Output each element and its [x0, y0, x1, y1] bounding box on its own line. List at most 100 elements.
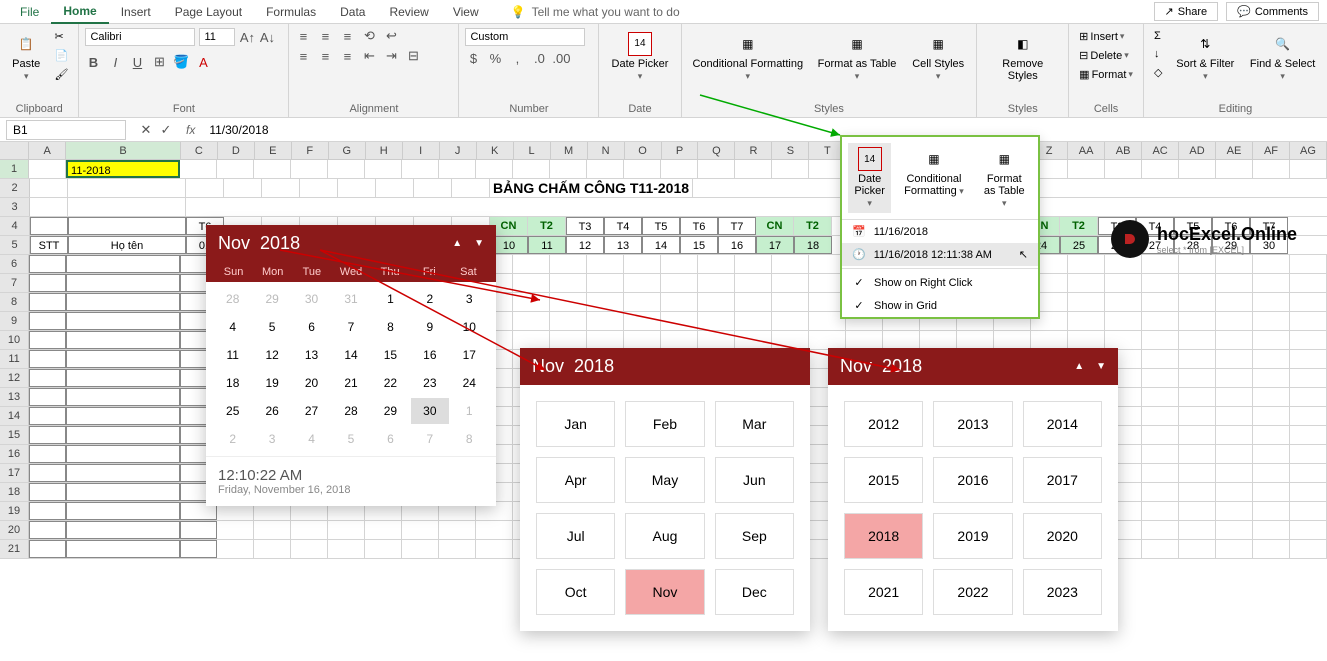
cancel-formula-icon[interactable]: ✕	[138, 122, 154, 138]
calendar-year[interactable]: 2018	[844, 513, 923, 559]
calendar-day[interactable]: 7	[332, 314, 369, 340]
calendar-day[interactable]: 28	[214, 286, 251, 312]
tab-pagelayout[interactable]: Page Layout	[163, 1, 254, 23]
select-all-corner[interactable]	[0, 142, 29, 159]
conditional-formatting-button[interactable]: ▦Conditional Formatting	[688, 28, 809, 86]
bold-button[interactable]: B	[85, 54, 101, 70]
calendar-day[interactable]: 21	[332, 370, 369, 396]
calendar-month[interactable]: Jul	[536, 513, 615, 559]
dd-show-grid[interactable]: ✓Show in Grid	[842, 294, 1038, 317]
cell[interactable]	[29, 160, 66, 178]
col-header[interactable]: O	[625, 142, 662, 159]
calendar-month[interactable]: May	[625, 457, 704, 503]
col-header[interactable]: I	[403, 142, 440, 159]
calendar-year[interactable]: 2014	[1023, 401, 1102, 447]
find-select-button[interactable]: 🔍Find & Select	[1244, 28, 1321, 86]
col-header[interactable]: AA	[1068, 142, 1105, 159]
insert-cells-button[interactable]: ⊞Insert	[1075, 28, 1137, 45]
row-header[interactable]: 15	[0, 426, 29, 444]
align-right-icon[interactable]: ≡	[339, 48, 355, 64]
cell-styles-button[interactable]: ▦Cell Styles	[906, 28, 970, 86]
col-header[interactable]: L	[514, 142, 551, 159]
calendar-day[interactable]: 25	[214, 398, 251, 424]
row-header[interactable]: 7	[0, 274, 29, 292]
dd-fmt-table-button[interactable]: ▦Format as Table	[977, 143, 1032, 213]
orientation-icon[interactable]: ⟲	[361, 28, 377, 44]
calendar-day[interactable]: 15	[372, 342, 409, 368]
tab-formulas[interactable]: Formulas	[254, 1, 328, 23]
col-header[interactable]: AE	[1216, 142, 1253, 159]
row-header[interactable]: 1	[0, 160, 29, 178]
col-header[interactable]: AB	[1105, 142, 1142, 159]
col-header[interactable]: D	[218, 142, 255, 159]
font-name-select[interactable]	[85, 28, 195, 46]
row-header[interactable]: 10	[0, 331, 29, 349]
calendar-day[interactable]: 11	[214, 342, 251, 368]
increase-indent-icon[interactable]: ⇥	[383, 48, 399, 64]
prev-month-icon[interactable]: ▲	[452, 238, 462, 249]
dd-date-picker-button[interactable]: 14Date Picker	[848, 143, 891, 213]
col-header[interactable]: R	[735, 142, 772, 159]
calendar-day[interactable]: 23	[411, 370, 448, 396]
align-bottom-icon[interactable]: ≡	[339, 28, 355, 44]
col-header[interactable]: P	[662, 142, 699, 159]
underline-button[interactable]: U	[129, 54, 145, 70]
col-header[interactable]: AD	[1179, 142, 1216, 159]
decrease-indent-icon[interactable]: ⇤	[361, 48, 377, 64]
calendar-day[interactable]: 26	[253, 398, 290, 424]
remove-styles-button[interactable]: ◧Remove Styles	[983, 28, 1062, 86]
row-header[interactable]: 14	[0, 407, 29, 425]
col-header[interactable]: E	[255, 142, 292, 159]
calendar-year[interactable]: 2012	[844, 401, 923, 447]
calendar-day[interactable]: 4	[214, 314, 251, 340]
font-color-button[interactable]: A	[195, 54, 211, 70]
calendar-day[interactable]: 5	[332, 426, 369, 452]
calendar-month[interactable]: Mar	[715, 401, 794, 447]
calendar-year[interactable]: 2017	[1023, 457, 1102, 503]
calendar-year[interactable]: 2016	[933, 457, 1012, 503]
dd-insert-date[interactable]: 📅11/16/2018	[842, 220, 1038, 243]
calendar-day[interactable]: 2	[214, 426, 251, 452]
calendar-day[interactable]: 30	[411, 398, 448, 424]
calendar-day[interactable]: 10	[451, 314, 488, 340]
calendar-day[interactable]: 7	[411, 426, 448, 452]
tab-review[interactable]: Review	[377, 1, 440, 23]
col-header[interactable]: G	[329, 142, 366, 159]
row-header[interactable]: 6	[0, 255, 29, 273]
sort-filter-button[interactable]: ⇅Sort & Filter	[1170, 28, 1240, 86]
align-left-icon[interactable]: ≡	[295, 48, 311, 64]
date-picker-button[interactable]: 14 Date Picker	[605, 28, 674, 86]
tab-insert[interactable]: Insert	[109, 1, 163, 23]
fx-icon[interactable]: fx	[180, 123, 201, 137]
row-header[interactable]: 16	[0, 445, 29, 463]
col-header[interactable]: C	[181, 142, 218, 159]
calendar-month[interactable]: Apr	[536, 457, 615, 503]
increase-decimal-icon[interactable]: .0	[531, 50, 547, 66]
calendar-day[interactable]: 6	[293, 314, 330, 340]
col-header[interactable]: AF	[1253, 142, 1290, 159]
calendar-day[interactable]: 16	[411, 342, 448, 368]
calendar-month[interactable]: Aug	[625, 513, 704, 559]
calendar-day[interactable]: 8	[451, 426, 488, 452]
calendar-day[interactable]: 19	[253, 370, 290, 396]
col-header[interactable]: J	[440, 142, 477, 159]
col-header[interactable]: N	[588, 142, 625, 159]
row-header[interactable]: 12	[0, 369, 29, 387]
row-header[interactable]: 19	[0, 502, 29, 520]
row-header[interactable]: 20	[0, 521, 29, 539]
dd-cond-fmt-button[interactable]: ▦Conditional Formatting	[897, 143, 970, 213]
next-month-icon[interactable]: ▼	[474, 238, 484, 249]
calendar-day[interactable]: 1	[451, 398, 488, 424]
calendar-day[interactable]: 6	[372, 426, 409, 452]
calendar-year[interactable]: 2019	[933, 513, 1012, 559]
decrease-font-icon[interactable]: A↓	[259, 29, 275, 45]
next-years-icon[interactable]: ▼	[1096, 361, 1106, 372]
calendar-year[interactable]: 2023	[1023, 569, 1102, 615]
enter-formula-icon[interactable]: ✓	[158, 122, 174, 138]
col-header[interactable]: B	[66, 142, 181, 159]
format-painter-button[interactable]: 🖌	[50, 66, 72, 83]
cut-button[interactable]: ✂	[50, 28, 72, 45]
tab-data[interactable]: Data	[328, 1, 377, 23]
wrap-text-icon[interactable]: ↩	[383, 28, 399, 44]
col-header[interactable]: K	[477, 142, 514, 159]
